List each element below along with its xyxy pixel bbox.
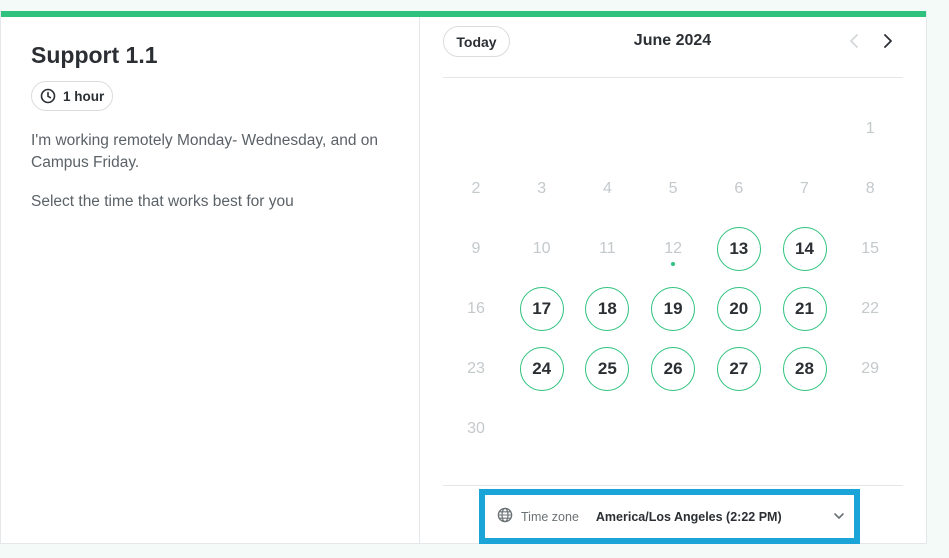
calendar-divider bbox=[443, 77, 903, 78]
month-label: June 2024 bbox=[633, 32, 712, 49]
calendar-day: 1 bbox=[865, 120, 875, 137]
description-paragraph: Select the time that works best for you bbox=[31, 193, 294, 210]
calendar-day-available[interactable]: 24 bbox=[519, 347, 564, 391]
calendar-day: 12 bbox=[651, 227, 695, 271]
calendar-day: 2 bbox=[471, 180, 481, 197]
globe-icon bbox=[497, 507, 513, 526]
calendar-day: 5 bbox=[668, 180, 678, 197]
calendar-day-available[interactable]: 14 bbox=[782, 227, 827, 271]
calendar-day-available[interactable]: 13 bbox=[716, 227, 761, 271]
clock-icon bbox=[40, 88, 56, 104]
calendar-day-available[interactable]: 20 bbox=[716, 287, 761, 331]
calendar-day: 4 bbox=[602, 180, 612, 197]
calendar-day: 10 bbox=[532, 240, 551, 257]
event-description: I'm working remotely Monday- Wednesday, … bbox=[31, 130, 391, 230]
calendar-day: 29 bbox=[861, 360, 880, 377]
today-indicator bbox=[671, 262, 676, 266]
calendar-day-available[interactable]: 19 bbox=[651, 287, 696, 331]
calendar-day: 16 bbox=[467, 300, 485, 317]
next-month-button[interactable] bbox=[878, 33, 898, 53]
timezone-label: Time zone bbox=[521, 509, 579, 524]
calendar-day: 23 bbox=[467, 360, 485, 377]
description-paragraph: I'm working remotely Monday- Wednesday, … bbox=[31, 132, 378, 171]
today-button[interactable]: Today bbox=[443, 26, 510, 57]
calendar-day: 6 bbox=[734, 180, 744, 197]
event-title: Support 1.1 bbox=[31, 42, 158, 68]
scheduling-card: Support 1.1 1 hour I'm working remotely … bbox=[0, 11, 927, 544]
timezone-value: America/Los Angeles (2:22 PM) bbox=[595, 509, 782, 524]
timezone-selector[interactable]: Time zone America/Los Angeles (2:22 PM) bbox=[479, 489, 860, 544]
duration-label: 1 hour bbox=[63, 88, 105, 104]
timezone-divider bbox=[443, 485, 903, 486]
duration-badge: 1 hour bbox=[31, 81, 114, 111]
calendar-day: 9 bbox=[471, 240, 481, 257]
event-details-panel: Support 1.1 1 hour I'm working remotely … bbox=[1, 17, 420, 543]
chevron-down-icon bbox=[833, 510, 845, 525]
calendar-day: 30 bbox=[467, 420, 485, 437]
calendar-day-available[interactable]: 27 bbox=[716, 347, 761, 391]
calendar-day: 22 bbox=[861, 300, 880, 317]
calendar-day: 11 bbox=[599, 240, 616, 257]
calendar-day-available[interactable]: 21 bbox=[782, 287, 827, 331]
calendar-day: 7 bbox=[800, 180, 809, 197]
chevron-right-icon bbox=[883, 33, 893, 54]
calendar-day: 15 bbox=[861, 240, 880, 257]
calendar-day-available[interactable]: 26 bbox=[651, 347, 696, 391]
previous-month-button[interactable] bbox=[844, 33, 864, 53]
calendar-day-available[interactable]: 17 bbox=[519, 287, 564, 331]
calendar-day-available[interactable]: 28 bbox=[782, 347, 827, 391]
calendar-day: 3 bbox=[537, 180, 547, 197]
calendar-day: 8 bbox=[865, 180, 875, 197]
chevron-left-icon bbox=[849, 33, 859, 54]
